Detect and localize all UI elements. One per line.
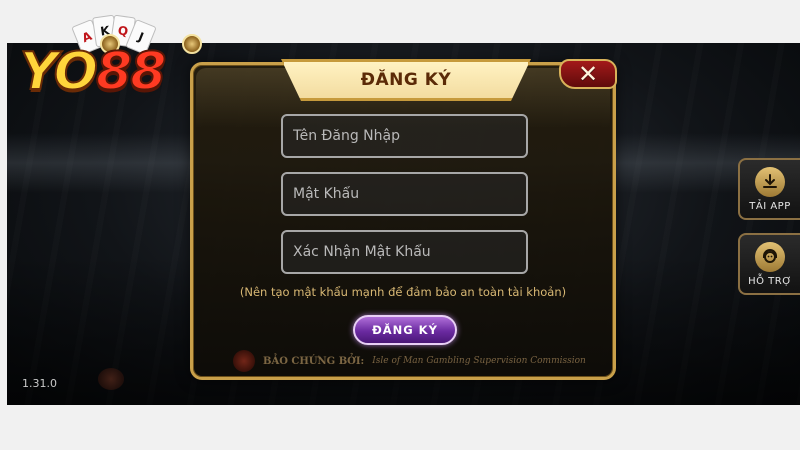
support-button[interactable]: HỖ TRỢ (738, 233, 800, 295)
seal-icon (233, 350, 255, 372)
register-submit-button[interactable]: ĐĂNG KÝ (353, 315, 457, 345)
certification: BẢO CHỨNG BỞI: Isle of Man Gambling Supe… (233, 350, 586, 372)
dialog-title: ĐĂNG KÝ (360, 70, 452, 90)
yo88-logo: A K Q J YO88 (14, 12, 202, 112)
close-icon: ✕ (577, 60, 599, 88)
download-app-label: TẢI APP (749, 200, 791, 212)
version-label: 1.31.0 (22, 377, 57, 390)
background-seal-icon (98, 368, 124, 390)
support-agent-icon (755, 241, 785, 272)
password-field[interactable] (281, 172, 528, 216)
support-label: HỖ TRỢ (748, 275, 792, 287)
register-submit-label: ĐĂNG KÝ (372, 323, 438, 337)
close-button[interactable]: ✕ (559, 59, 617, 89)
poker-chip-icon (182, 34, 202, 54)
password-input[interactable] (293, 186, 526, 202)
username-field[interactable] (281, 114, 528, 158)
register-dialog: ĐĂNG KÝ ✕ (Nên tạo mật khẩu mạnh để đảm … (190, 59, 617, 380)
confirm-password-field[interactable] (281, 230, 528, 274)
logo-text-yo: YO (19, 41, 99, 103)
certification-label: BẢO CHỨNG BỞI: (263, 355, 365, 367)
username-input[interactable] (293, 128, 526, 144)
download-icon (755, 166, 785, 197)
logo-text-88: 88 (95, 41, 167, 103)
download-app-button[interactable]: TẢI APP (738, 158, 800, 220)
dialog-title-tab: ĐĂNG KÝ (281, 59, 531, 101)
confirm-password-input[interactable] (293, 244, 526, 260)
password-hint: (Nên tạo mật khẩu mạnh để đảm bảo an toà… (239, 285, 567, 299)
logo-text: YO88 (19, 41, 167, 103)
certification-org: Isle of Man Gambling Supervision Commiss… (372, 356, 586, 366)
